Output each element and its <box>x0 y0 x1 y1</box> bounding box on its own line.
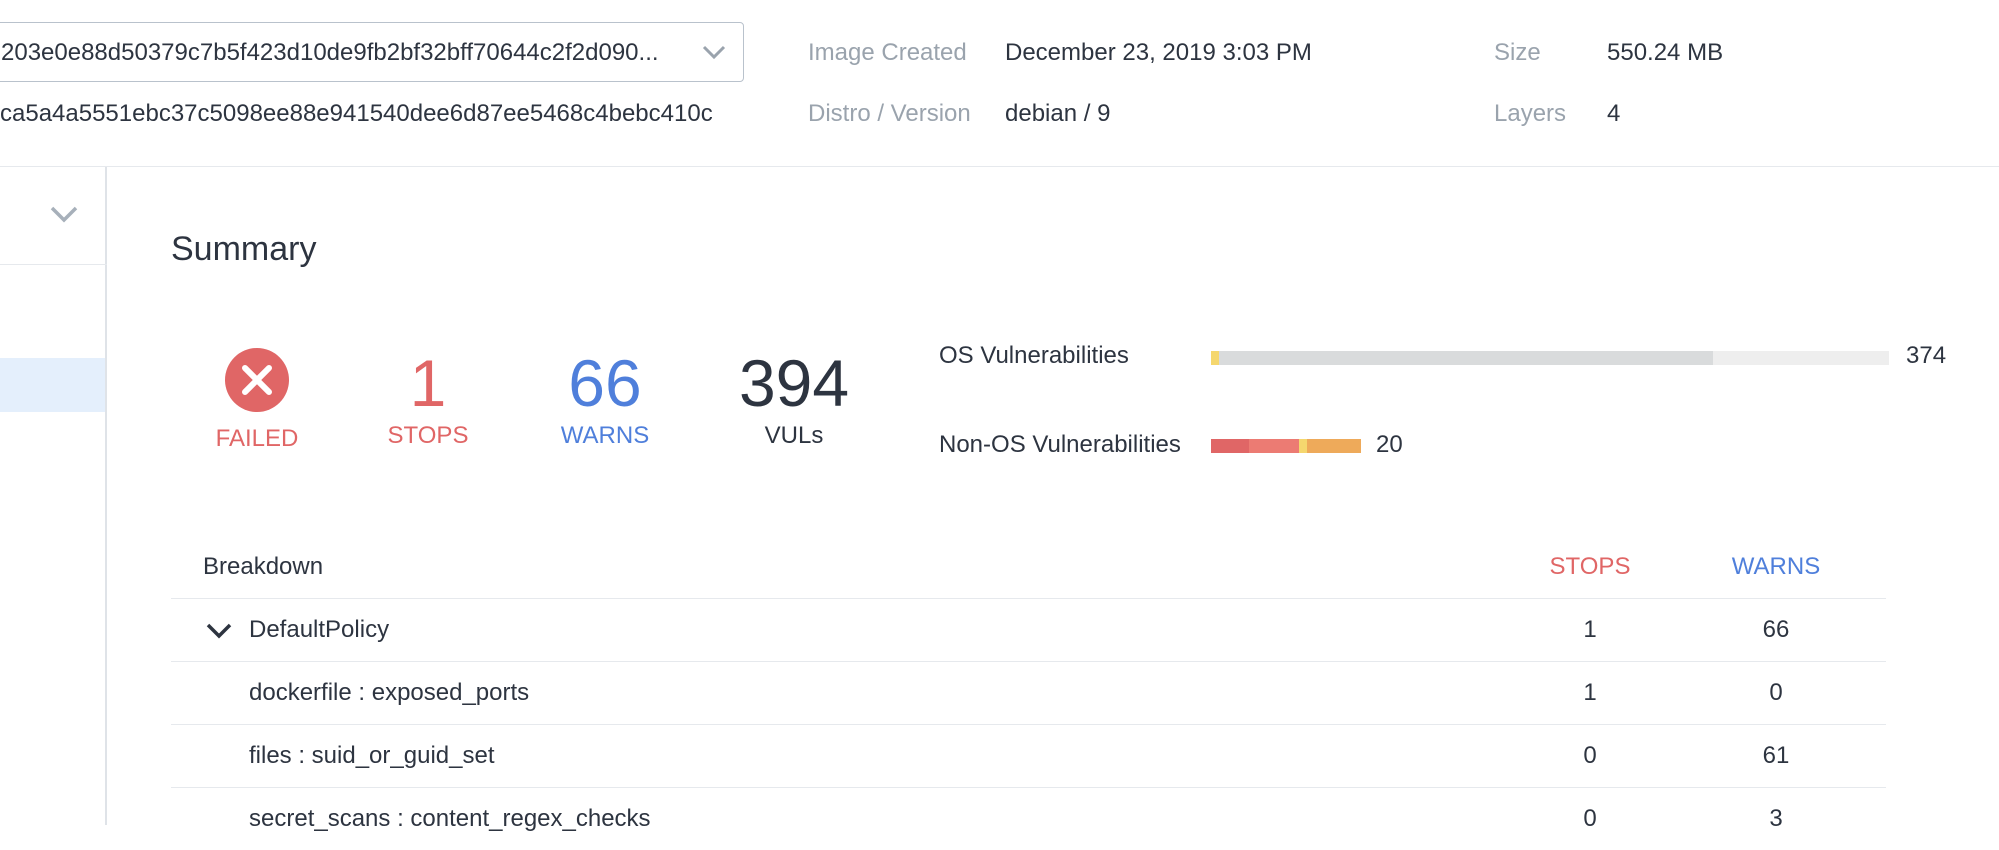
rule-warns: 61 <box>1762 742 1790 769</box>
rule-name: dockerfile : exposed_ports <box>249 679 530 706</box>
header-divider <box>0 166 1999 167</box>
warns-column-header[interactable]: WARNS <box>1716 553 1836 581</box>
rule-warns: 3 <box>1769 805 1783 832</box>
policy-stops: 1 <box>1583 616 1597 643</box>
policy-row[interactable]: DefaultPolicy 1 66 <box>171 599 1886 662</box>
os-vulnerabilities-count: 374 <box>1906 342 1947 369</box>
summary-title: Summary <box>171 230 317 268</box>
rule-warns: 0 <box>1769 679 1783 706</box>
vuls-label: VULs <box>764 422 824 449</box>
size-label: Size <box>1494 39 1541 66</box>
rule-stops: 0 <box>1583 742 1597 769</box>
x-circle-icon <box>225 348 289 412</box>
table-row[interactable]: files : suid_or_guid_set 0 61 <box>171 725 1886 788</box>
size-value: 550.24 MB <box>1607 39 1724 66</box>
breakdown-table: Breakdown STOPS WARNS DefaultPolicy 1 66… <box>171 536 1886 850</box>
stops-label: STOPS <box>387 422 469 449</box>
os-vulnerabilities-bar <box>1211 351 1889 365</box>
stops-count: 1 <box>409 346 447 420</box>
sidebar <box>0 167 107 825</box>
image-created-value: December 23, 2019 3:03 PM <box>1005 39 1312 66</box>
distro-label: Distro / Version <box>808 100 971 127</box>
non-os-vulnerabilities-label: Non-OS Vulnerabilities <box>939 431 1181 458</box>
table-row[interactable]: dockerfile : exposed_ports 1 0 <box>171 662 1886 725</box>
breakdown-title: Breakdown <box>203 553 324 580</box>
stops-column-header[interactable]: STOPS <box>1530 553 1650 581</box>
os-bar-segment-grey <box>1219 351 1713 365</box>
chevron-down-icon[interactable] <box>699 37 729 67</box>
status-failed-label: FAILED <box>215 425 299 452</box>
image-created-label: Image Created <box>808 39 967 66</box>
warns-label: WARNS <box>560 422 650 449</box>
non-os-vulnerabilities-count: 20 <box>1376 431 1403 458</box>
os-vulnerabilities-label: OS Vulnerabilities <box>939 342 1129 369</box>
non-os-bar-segment-salmon <box>1249 439 1299 453</box>
rule-name: files : suid_or_guid_set <box>249 742 495 769</box>
rule-stops: 0 <box>1583 805 1597 832</box>
non-os-bar-segment-orange <box>1307 439 1361 453</box>
warns-count: 66 <box>568 346 642 420</box>
image-digest-value: 203e0e88d50379c7b5f423d10de9fb2bf32bff70… <box>1 39 659 66</box>
layers-value: 4 <box>1607 100 1621 127</box>
rule-name: secret_scans : content_regex_checks <box>249 805 651 832</box>
non-os-vulnerabilities-bar <box>1211 439 1361 453</box>
policy-warns: 66 <box>1762 616 1790 643</box>
breakdown-header-row: Breakdown STOPS WARNS <box>171 536 1886 599</box>
non-os-bar-segment-yellow <box>1299 439 1307 453</box>
image-digest-select[interactable]: 203e0e88d50379c7b5f423d10de9fb2bf32bff70… <box>0 22 744 82</box>
sidebar-divider <box>0 264 107 265</box>
os-bar-segment-yellow <box>1211 351 1219 365</box>
layers-label: Layers <box>1494 100 1567 127</box>
distro-value: debian / 9 <box>1005 100 1111 127</box>
image-id: ca5a4a5551ebc37c5098ee88e941540dee6d87ee… <box>0 100 713 127</box>
chevron-down-icon[interactable] <box>205 621 233 641</box>
rule-stops: 1 <box>1583 679 1597 706</box>
table-row[interactable]: secret_scans : content_regex_checks 0 3 <box>171 788 1886 850</box>
non-os-bar-segment-red <box>1211 439 1249 453</box>
sidebar-active-item[interactable] <box>0 358 105 412</box>
policy-name: DefaultPolicy <box>249 616 390 643</box>
vuls-count: 394 <box>738 346 850 420</box>
sidebar-chevron-down-icon[interactable] <box>48 202 80 226</box>
